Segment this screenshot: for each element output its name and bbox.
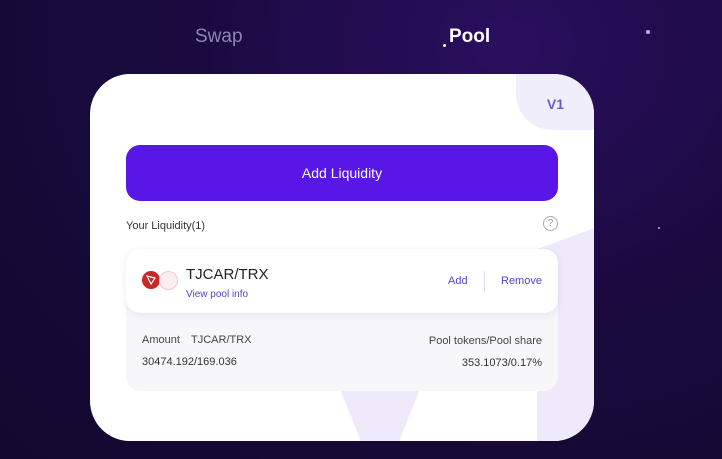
amount-label: Amount <box>142 334 180 346</box>
pool-share-value: 353.1073/0.17% <box>461 357 542 369</box>
tab-pool[interactable]: Pool <box>449 26 490 48</box>
tron-token-icon <box>142 271 160 289</box>
your-liquidity-label: Your Liquidity(1) <box>126 220 206 232</box>
background-star <box>658 227 660 229</box>
remove-button[interactable]: Remove <box>501 275 542 287</box>
pair-name: TJCAR/TRX <box>186 266 269 283</box>
help-icon[interactable]: ? <box>543 216 558 231</box>
tab-bar: Swap Pool <box>0 26 722 52</box>
decorative-shape <box>340 389 420 441</box>
amount-value: 30474.192/169.036 <box>142 356 237 368</box>
liquidity-position: TJCAR/TRX View pool info Add Remove Amou… <box>126 249 558 391</box>
tjcar-token-icon <box>159 271 178 290</box>
version-label[interactable]: V1 <box>547 96 564 112</box>
pool-share-label: Pool tokens/Pool share <box>428 335 542 347</box>
liquidity-position-header: TJCAR/TRX View pool info Add Remove <box>126 249 558 313</box>
pool-card: V1 Add Liquidity Your Liquidity(1) ? TJC… <box>90 74 594 441</box>
amount-pair: TJCAR/TRX <box>191 334 252 346</box>
view-pool-info-link[interactable]: View pool info <box>186 289 248 300</box>
add-liquidity-button[interactable]: Add Liquidity <box>126 145 558 201</box>
active-tab-indicator <box>443 44 446 47</box>
tab-swap[interactable]: Swap <box>195 26 243 48</box>
divider <box>484 271 485 291</box>
add-button[interactable]: Add <box>448 275 468 287</box>
